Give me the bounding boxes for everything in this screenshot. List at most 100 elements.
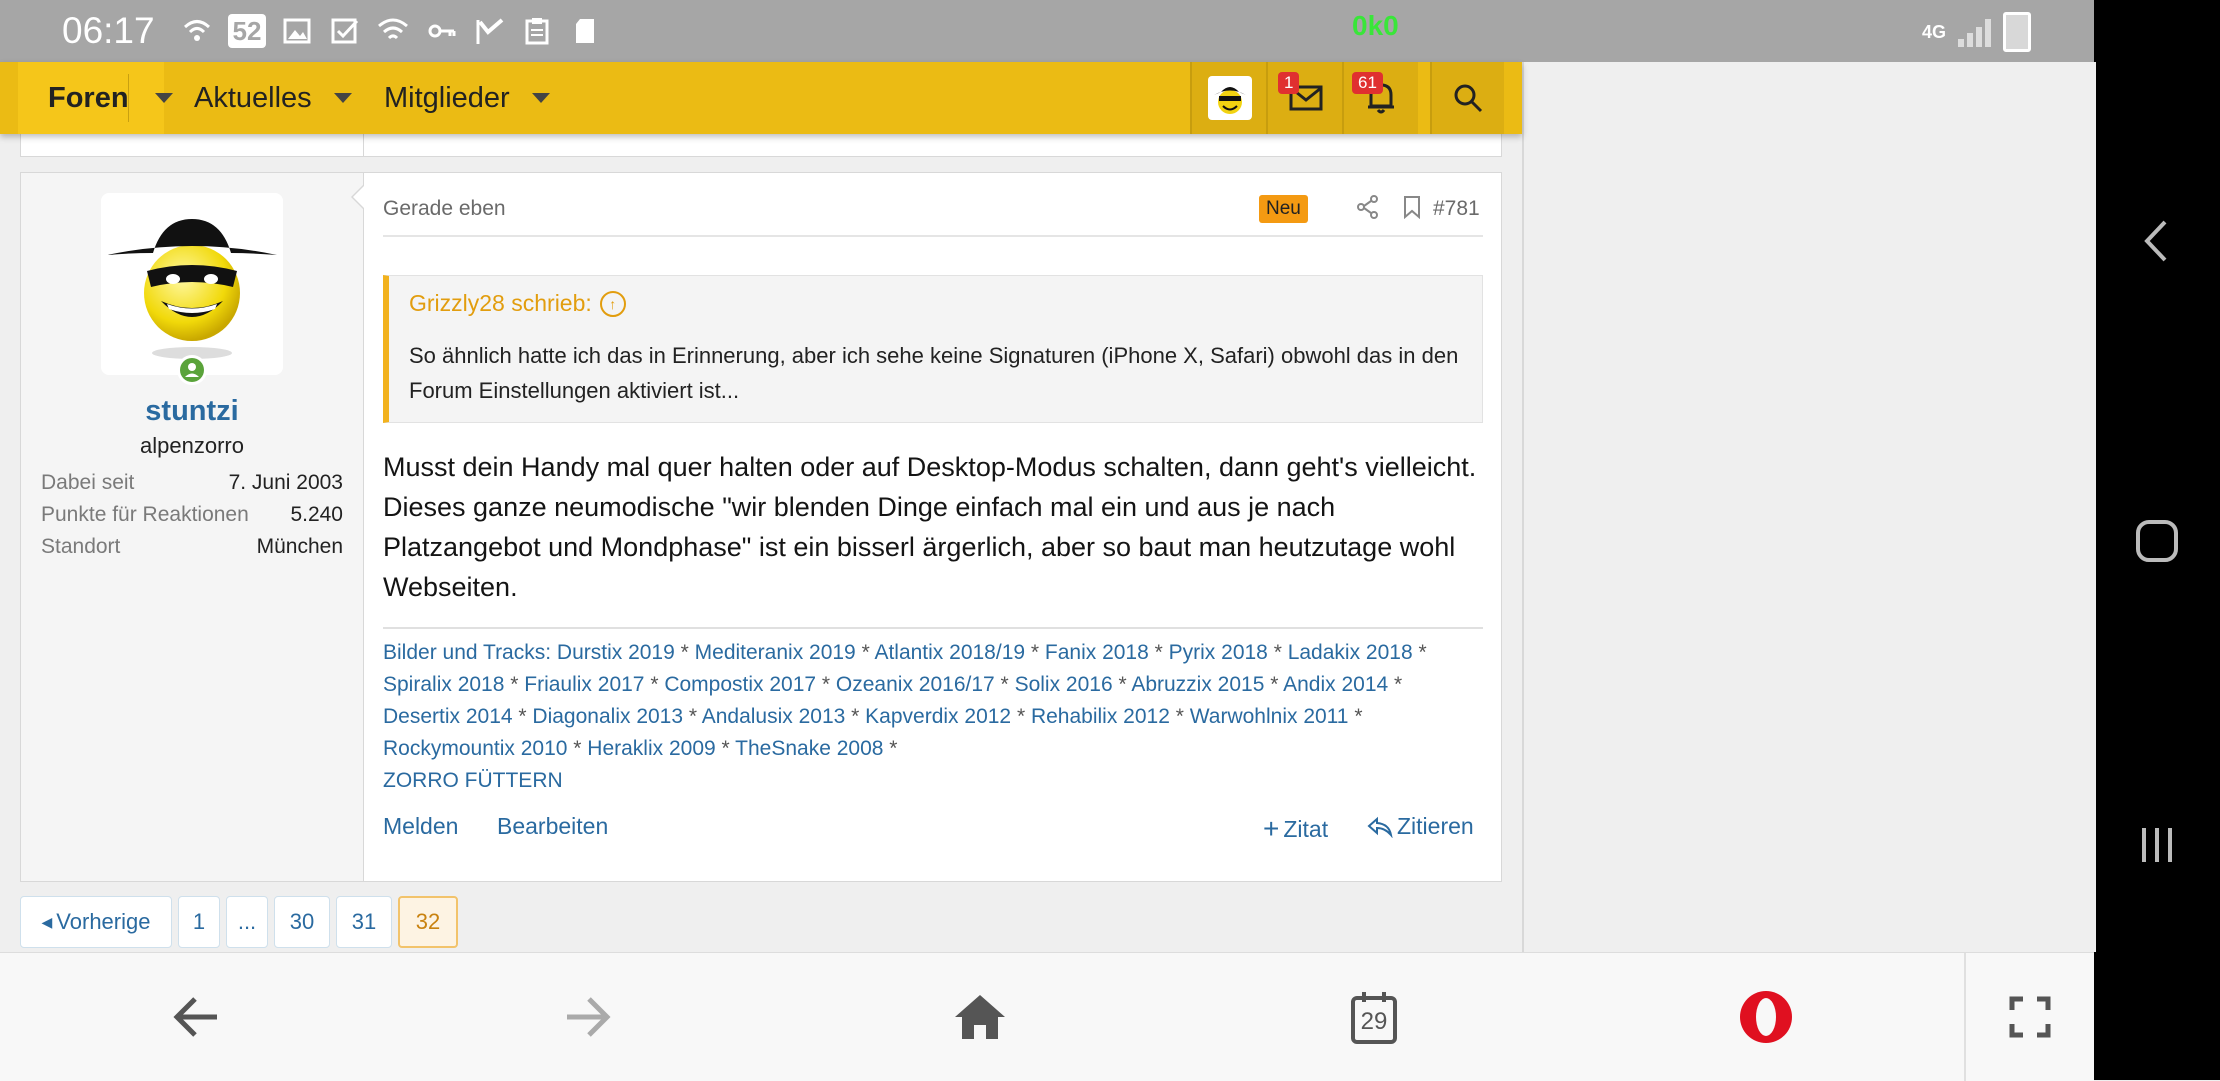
user-title: alpenzorro (140, 433, 244, 458)
fullscreen-button[interactable] (1970, 953, 2090, 1081)
reply-button[interactable]: Zitieren (1367, 813, 1474, 840)
signature-separator: * (883, 737, 898, 760)
system-navigation-bar (2094, 0, 2220, 1080)
browser-tabs-button[interactable]: 29 (1314, 953, 1434, 1081)
quote-text: So ähnlich hatte ich das in Erinnerung, … (409, 343, 1459, 403)
signature-link[interactable]: Solix 2016 (1015, 673, 1113, 696)
reply-label: Zitieren (1397, 813, 1474, 839)
user-panel: stuntzi alpenzorro Dabei seit 7. Juni 20… (21, 173, 364, 881)
signature-link[interactable]: Spiralix 2018 (383, 673, 504, 696)
nav-tab-mitglieder[interactable]: Mitglieder (384, 62, 550, 134)
forum-navigation: Foren Aktuelles Mitglieder 1 61 (0, 62, 1522, 134)
arrow-up-circle-icon[interactable]: ↑ (599, 290, 626, 317)
signature-link[interactable]: Fanix 2018 (1045, 641, 1149, 664)
opera-menu-button[interactable] (1706, 953, 1826, 1081)
signature: Bilder und Tracks: Durstix 2019 * Medite… (383, 627, 1483, 797)
signal-icon (1958, 17, 1992, 47)
browser-forward-button[interactable] (528, 953, 648, 1081)
chevron-left-icon: ◀ (41, 913, 53, 930)
signature-link[interactable]: Diagonalix 2013 (532, 705, 683, 728)
notification-count-icon: 52 (228, 14, 266, 48)
account-avatar-button[interactable] (1190, 62, 1268, 134)
signature-link[interactable]: TheSnake 2008 (735, 737, 883, 760)
nav-tab-mitglieder-label: Mitglieder (384, 81, 510, 114)
quote-author: Grizzly28 schrieb: (409, 290, 592, 316)
multiquote-label: Zitat (1283, 815, 1329, 842)
signature-link[interactable]: Compostix 2017 (664, 673, 816, 696)
user-stat: Dabei seit 7. Juni 2003 (41, 471, 343, 495)
nav-tab-foren[interactable]: Foren (18, 62, 173, 134)
page-link[interactable]: 30 (274, 896, 330, 948)
signature-separator: * (512, 705, 533, 728)
network-speed: 0k0 (1352, 10, 1399, 41)
home-system-button[interactable] (2094, 516, 2220, 571)
signature-link[interactable]: Rehabilix 2012 (1031, 705, 1170, 728)
signature-link[interactable]: Warwohlnix 2011 (1190, 705, 1349, 728)
chevron-down-icon[interactable] (531, 93, 550, 103)
page-link-current[interactable]: 32 (398, 896, 458, 948)
user-stat-key: Punkte für Reaktionen (41, 503, 249, 526)
edit-button[interactable]: Bearbeiten (497, 813, 608, 840)
signature-link[interactable]: Ozeanix 2016/17 (836, 673, 995, 696)
back-system-button[interactable] (2094, 216, 2220, 271)
browser-back-button[interactable] (136, 953, 256, 1081)
signature-link[interactable]: Rockymountix 2010 (383, 737, 567, 760)
signature-separator: * (715, 737, 736, 760)
signature-separator: * (1169, 705, 1190, 728)
recents-system-button[interactable] (2094, 820, 2220, 875)
prev-page-button[interactable]: ◀ Vorherige (20, 896, 172, 948)
post-date[interactable]: Gerade eben (383, 197, 506, 221)
vpn-key-icon (424, 14, 458, 48)
avatar-icon (1208, 76, 1252, 120)
status-notification-icons: 52 (180, 14, 602, 48)
signature-separator: * (1112, 673, 1132, 696)
alerts-button[interactable]: 61 (1342, 62, 1418, 134)
report-button[interactable]: Melden (383, 813, 458, 840)
quote-attribution[interactable]: Grizzly28 schrieb: ↑ (409, 290, 626, 317)
browser-toolbar: 29 (0, 952, 2094, 1081)
browser-home-button[interactable] (920, 953, 1040, 1081)
signature-footer-link[interactable]: ZORRO FÜTTERN (383, 769, 563, 792)
wifi-icon (376, 14, 410, 48)
gallery-icon (280, 14, 314, 48)
signature-separator: * (1011, 705, 1031, 728)
signature-link[interactable]: Andalusix 2013 (702, 705, 846, 728)
inbox-button[interactable]: 1 (1266, 62, 1344, 134)
share-icon[interactable] (1357, 195, 1379, 225)
message-header: Gerade eben Neu #781 (383, 191, 1483, 237)
multiquote-button[interactable]: + Zitat (1263, 813, 1328, 845)
signature-link[interactable]: Atlantix 2018/19 (874, 641, 1025, 664)
signature-link[interactable]: Abruzzix 2015 (1131, 673, 1264, 696)
signature-separator: * (674, 641, 695, 664)
tabs-icon: 29 (1350, 990, 1398, 1044)
signature-link[interactable]: Ladakix 2018 (1288, 641, 1413, 664)
signature-separator: * (683, 705, 702, 728)
signature-link[interactable]: Desertix 2014 (383, 705, 513, 728)
bookmark-icon[interactable] (1403, 195, 1421, 225)
signature-link[interactable]: Mediteranix 2019 (695, 641, 856, 664)
checkbox-icon (328, 14, 362, 48)
search-button[interactable] (1430, 62, 1504, 134)
online-status-icon (177, 355, 207, 385)
chevron-down-icon[interactable] (333, 93, 352, 103)
search-icon (1454, 84, 1483, 113)
quote-block: Grizzly28 schrieb: ↑ So ähnlich hatte ic… (383, 275, 1483, 423)
signature-link[interactable]: Friaulix 2017 (524, 673, 644, 696)
tabs-count: 29 (1360, 1008, 1388, 1035)
signature-link[interactable]: Bilder und Tracks: Durstix 2019 (383, 641, 675, 664)
user-stat: Punkte für Reaktionen 5.240 (41, 503, 343, 527)
signature-link[interactable]: Andix 2014 (1283, 673, 1388, 696)
signature-link[interactable]: Heraklix 2009 (587, 737, 715, 760)
page-link[interactable]: 31 (336, 896, 392, 948)
avatar[interactable] (101, 193, 283, 375)
page-ellipsis[interactable]: ... (226, 896, 268, 948)
chevron-down-icon[interactable] (154, 93, 173, 103)
arrow-right-icon (567, 997, 611, 1037)
status-time: 06:17 (62, 10, 155, 51)
signature-link[interactable]: Pyrix 2018 (1169, 641, 1268, 664)
post-number[interactable]: #781 (1433, 197, 1480, 221)
page-link[interactable]: 1 (178, 896, 220, 948)
nav-tab-aktuelles[interactable]: Aktuelles (194, 62, 352, 134)
username[interactable]: stuntzi (21, 395, 363, 428)
signature-link[interactable]: Kapverdix 2012 (865, 705, 1011, 728)
